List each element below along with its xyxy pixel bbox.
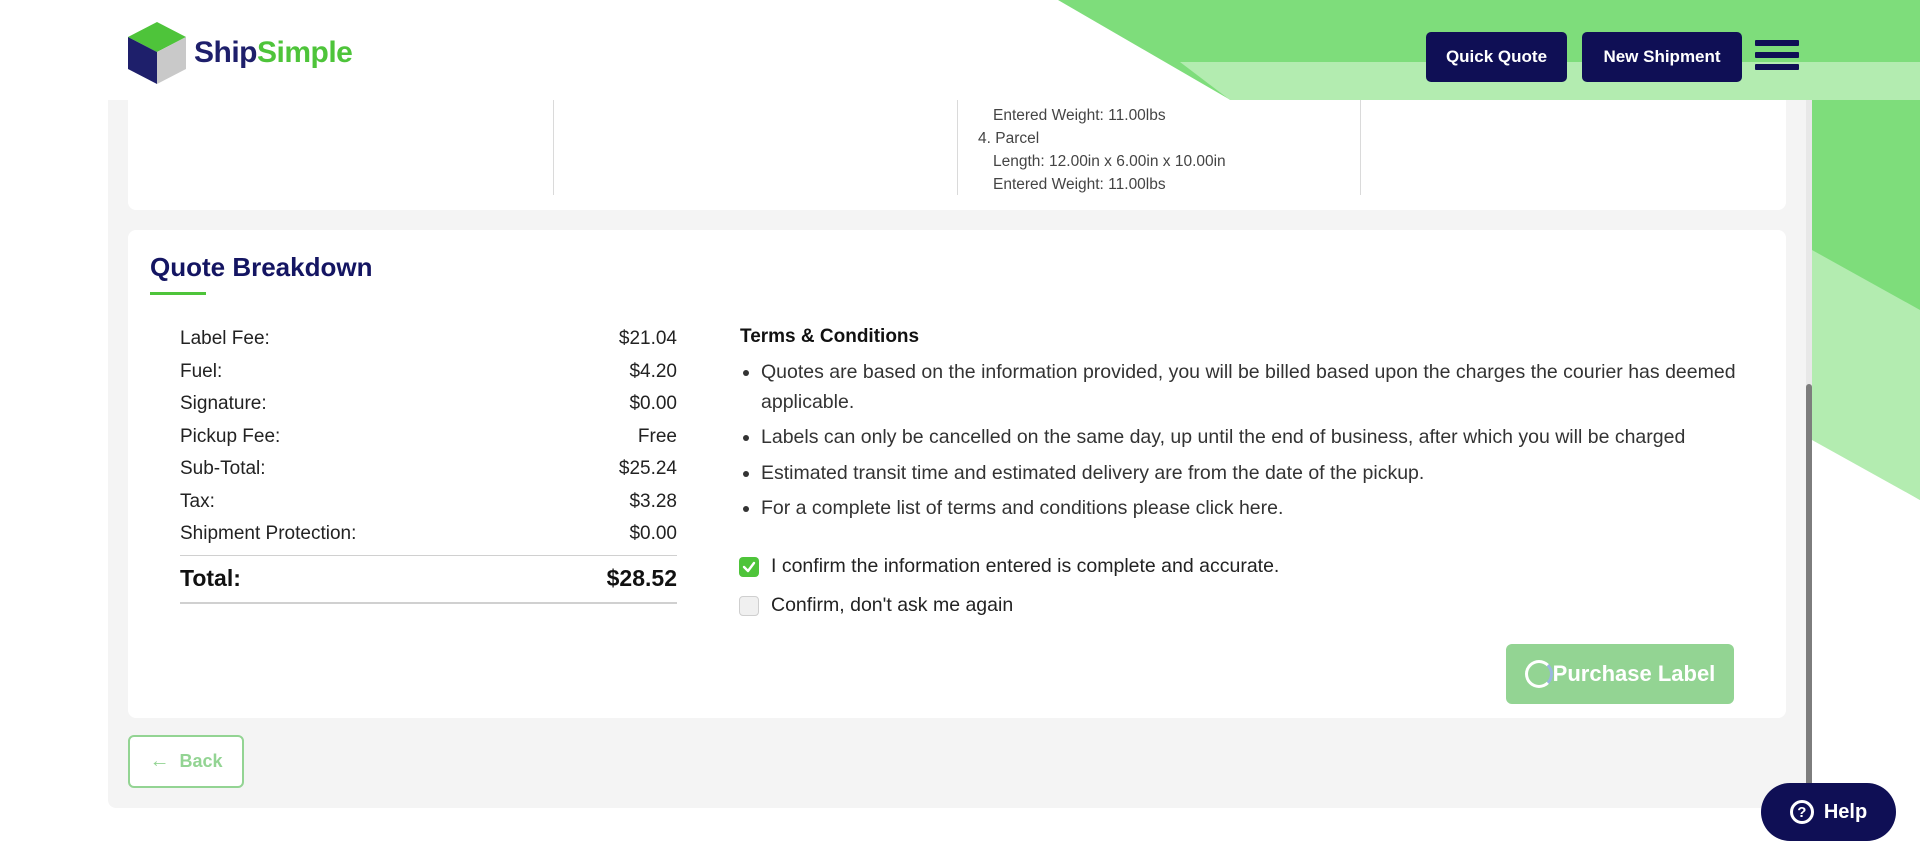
shipsimple-logo[interactable]: ShipSimple xyxy=(124,20,353,86)
parcel-list: Entered Weight: 11.00lbs 4. Parcel Lengt… xyxy=(978,104,1226,196)
terms-item: Labels can only be cancelled on the same… xyxy=(740,423,1760,453)
confirm-info-checkbox[interactable] xyxy=(739,556,759,577)
fee-row: Pickup Fee: Free xyxy=(180,421,677,454)
logo-text: ShipSimple xyxy=(194,36,353,70)
fee-row: Signature: $0.00 xyxy=(180,388,677,421)
total-row: Total: $28.52 xyxy=(180,556,677,602)
column-divider xyxy=(957,100,958,195)
back-button[interactable]: ← Back xyxy=(128,735,244,788)
terms-item: Quotes are based on the information prov… xyxy=(740,358,1760,417)
parcel-weight: Entered Weight: 11.00lbs xyxy=(993,107,1166,124)
fee-value: $4.20 xyxy=(629,360,677,382)
terms-title: Terms & Conditions xyxy=(740,326,920,347)
fee-label: Shipment Protection: xyxy=(180,523,357,545)
fee-row: Fuel: $4.20 xyxy=(180,356,677,389)
confirm-info-label: I confirm the information entered is com… xyxy=(771,555,1280,577)
back-label: Back xyxy=(179,751,223,771)
cube-logo-icon xyxy=(128,22,186,84)
fees-bottom-divider xyxy=(180,601,677,604)
parcel-title: 4. Parcel xyxy=(978,130,1040,147)
fee-row: Label Fee: $21.04 xyxy=(180,323,677,356)
terms-item: Estimated transit time and estimated del… xyxy=(740,459,1760,489)
fee-label: Signature: xyxy=(180,393,267,415)
fee-value: $0.00 xyxy=(629,393,677,415)
hamburger-menu-icon[interactable] xyxy=(1755,40,1799,74)
fee-label: Fuel: xyxy=(180,360,223,382)
quick-quote-button[interactable]: Quick Quote xyxy=(1426,32,1567,82)
new-shipment-button[interactable]: New Shipment xyxy=(1582,32,1742,82)
logo-text-simple: Simple xyxy=(257,36,353,69)
terms-item-link[interactable]: For a complete list of terms and conditi… xyxy=(740,494,1760,524)
fee-value: $25.24 xyxy=(618,458,677,480)
fees-list: Label Fee: $21.04 Fuel: $4.20 Signature:… xyxy=(180,323,677,604)
help-button[interactable]: ? Help xyxy=(1761,783,1896,841)
fee-label: Pickup Fee: xyxy=(180,425,281,447)
quote-breakdown-title: Quote Breakdown xyxy=(150,252,373,282)
logo-text-ship: Ship xyxy=(194,36,258,69)
purchase-label-text: Purchase Label xyxy=(1552,661,1716,686)
dont-ask-row[interactable]: Confirm, don't ask me again xyxy=(739,594,1013,617)
fee-row: Shipment Protection: $0.00 xyxy=(180,518,677,551)
column-divider xyxy=(553,100,554,195)
fee-label: Tax: xyxy=(180,490,215,512)
top-header: ShipSimple Quick Quote New Shipment xyxy=(0,0,1920,100)
purchase-label-button[interactable]: Purchase Label xyxy=(1506,644,1734,704)
fee-value: $0.00 xyxy=(629,523,677,545)
dont-ask-label: Confirm, don't ask me again xyxy=(771,594,1014,616)
fee-value: Free xyxy=(637,425,677,447)
arrow-left-icon: ← xyxy=(149,750,170,772)
scrollbar-thumb[interactable] xyxy=(1806,384,1812,788)
column-divider xyxy=(1360,100,1361,195)
confirm-info-row[interactable]: I confirm the information entered is com… xyxy=(739,555,1279,578)
parcel-length: Length: 12.00in x 6.00in x 10.00in xyxy=(993,153,1226,170)
fee-value: $3.28 xyxy=(629,490,677,512)
help-label: Help xyxy=(1823,800,1868,823)
fee-row: Tax: $3.28 xyxy=(180,486,677,519)
fee-row: Sub-Total: $25.24 xyxy=(180,453,677,486)
title-underline xyxy=(150,292,206,295)
total-label: Total: xyxy=(180,565,241,591)
fee-label: Sub-Total: xyxy=(180,458,266,480)
total-value: $28.52 xyxy=(606,565,677,591)
checkmark-icon xyxy=(742,561,756,572)
fee-label: Label Fee: xyxy=(180,328,270,350)
question-icon: ? xyxy=(1789,800,1814,824)
loading-spinner-icon xyxy=(1524,660,1553,688)
terms-list: Quotes are based on the information prov… xyxy=(740,358,1760,524)
parcel-weight: Entered Weight: 11.00lbs xyxy=(993,176,1166,193)
terms-section: Terms & Conditions Quotes are based on t… xyxy=(740,326,1760,530)
dont-ask-checkbox[interactable] xyxy=(739,595,759,616)
fee-value: $21.04 xyxy=(618,328,677,350)
